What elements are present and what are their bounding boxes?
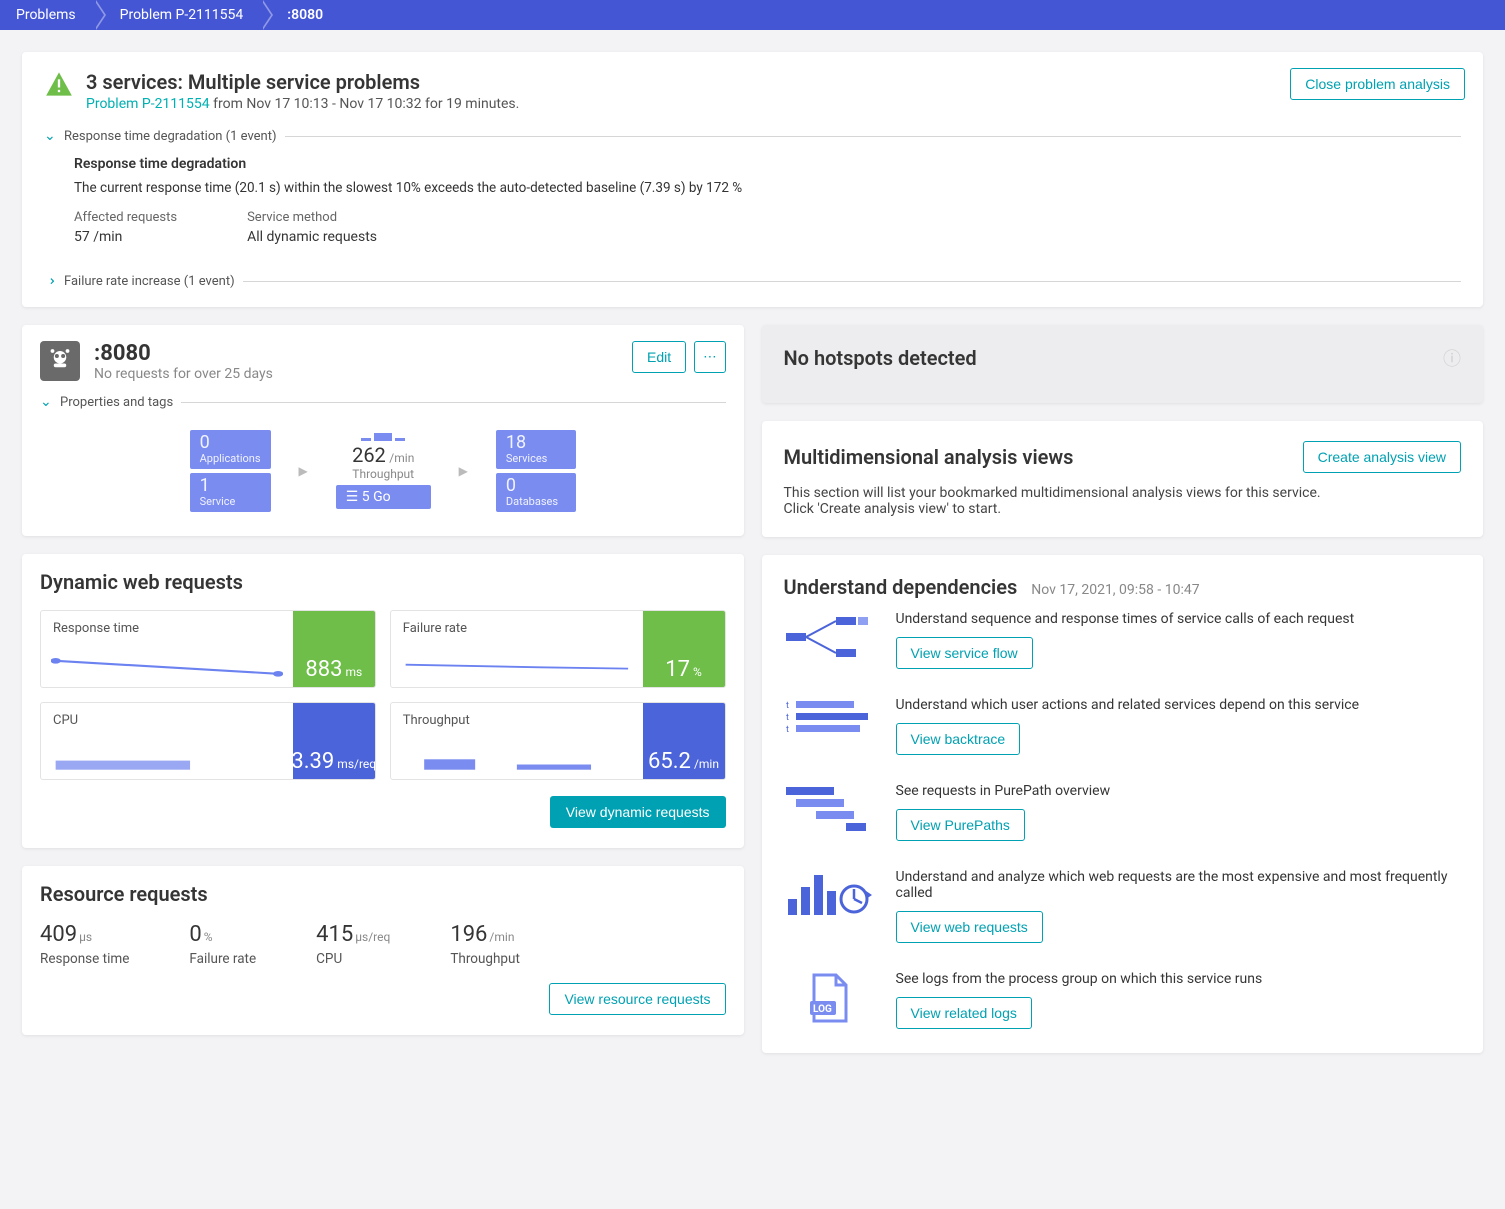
dynamic-requests-title: Dynamic web requests (40, 570, 726, 594)
info-icon[interactable]: ⓘ (1443, 345, 1461, 371)
affected-requests: Affected requests 57 /min (74, 210, 177, 245)
dependencies-timerange: Nov 17, 2021, 09:58 - 10:47 (1031, 582, 1199, 598)
dep-backtrace-text: Understand which user actions and relate… (896, 697, 1360, 713)
view-related-logs-button[interactable]: View related logs (896, 997, 1032, 1029)
chevron-down-icon: ⌄ (44, 128, 56, 144)
service-avatar-icon (40, 341, 80, 381)
dynamic-requests-card: Dynamic web requests Response time 883ms (22, 554, 744, 848)
dep-logs-text: See logs from the process group on which… (896, 971, 1263, 987)
service-flow-summary: 0Applications 1Service ▶ 262 /min Throug… (40, 430, 726, 512)
svg-text:LOG: LOG (813, 1004, 832, 1015)
multidimensional-text: This section will list your bookmarked m… (784, 485, 1324, 517)
res-failure-rate: 0% Failure rate (189, 922, 256, 967)
problem-alert-card: 3 services: Multiple service problems Pr… (22, 52, 1483, 307)
metric-response-time[interactable]: Response time 883ms (40, 610, 376, 688)
chevron-down-icon: ⌄ (40, 394, 52, 410)
event-1-text: The current response time (20.1 s) withi… (74, 180, 1461, 196)
res-cpu: 415µs/req CPU (316, 922, 390, 967)
create-analysis-view-button[interactable]: Create analysis view (1303, 441, 1461, 473)
flow-arrow-icon: ▶ (299, 464, 308, 478)
logs-icon: LOG (784, 971, 874, 1029)
dependencies-title: Understand dependencies (784, 575, 1018, 599)
flow-services[interactable]: 18Services (496, 430, 576, 469)
service-subtitle: No requests for over 25 days (94, 366, 273, 382)
purepaths-icon (784, 783, 874, 841)
event-1-toggle[interactable]: ⌄ Response time degradation (1 event) (44, 128, 1461, 144)
view-dynamic-requests-button[interactable]: View dynamic requests (550, 796, 726, 828)
res-throughput: 196/min Throughput (450, 922, 520, 967)
edit-button[interactable]: Edit (632, 341, 686, 373)
breadcrumb: Problems Problem P-2111554 :8080 (0, 0, 1505, 30)
flow-go-bar[interactable]: ☰ 5 Go (336, 485, 431, 509)
view-backtrace-button[interactable]: View backtrace (896, 723, 1021, 755)
metric-failure-rate[interactable]: Failure rate 17% (390, 610, 726, 688)
flow-service[interactable]: 1Service (190, 473, 271, 512)
crumb-problem-id[interactable]: Problem P-2111554 (94, 0, 262, 30)
view-web-requests-button[interactable]: View web requests (896, 911, 1043, 943)
problem-link[interactable]: Problem P-2111554 (86, 96, 210, 112)
service-flow-icon (784, 611, 874, 669)
crumb-problems[interactable]: Problems (0, 0, 94, 30)
alert-subtitle: Problem P-2111554 from Nov 17 10:13 - No… (86, 96, 519, 112)
view-service-flow-button[interactable]: View service flow (896, 637, 1033, 669)
dep-purepaths-text: See requests in PurePath overview (896, 783, 1111, 799)
svg-text:t: t (786, 701, 789, 711)
svg-text:t: t (786, 725, 789, 735)
service-title: :8080 (94, 341, 273, 366)
metric-cpu[interactable]: CPU 3.39ms/req (40, 702, 376, 780)
service-method: Service method All dynamic requests (247, 210, 377, 245)
flow-applications[interactable]: 0Applications (190, 430, 271, 469)
view-resource-requests-button[interactable]: View resource requests (549, 983, 725, 1015)
close-problem-analysis-button[interactable]: Close problem analysis (1290, 68, 1465, 100)
alert-title: 3 services: Multiple service problems (86, 70, 519, 94)
resource-requests-card: Resource requests 409µs Response time 0%… (22, 866, 744, 1035)
warning-triangle-icon (44, 70, 74, 102)
multidimensional-title: Multidimensional analysis views (784, 445, 1074, 469)
dep-web-requests-text: Understand and analyze which web request… (896, 869, 1462, 901)
event-2-toggle[interactable]: ⌄ Failure rate increase (1 event) (44, 273, 1461, 289)
hotspots-card: No hotspots detected ⓘ (762, 325, 1484, 403)
flow-databases[interactable]: 0Databases (496, 473, 576, 512)
svg-text:t: t (786, 713, 789, 723)
chevron-right-icon: ⌄ (42, 275, 58, 287)
event-1-heading: Response time degradation (74, 156, 1461, 172)
flow-throughput: 262 /min Throughput ☰ 5 Go (336, 433, 431, 509)
hotspots-title: No hotspots detected (784, 346, 977, 370)
service-overview-card: :8080 No requests for over 25 days Edit … (22, 325, 744, 536)
properties-toggle[interactable]: ⌄ Properties and tags (40, 394, 726, 410)
res-response-time: 409µs Response time (40, 922, 129, 967)
backtrace-icon: t t t (784, 697, 874, 755)
flow-arrow-icon: ▶ (459, 464, 468, 478)
dependencies-card: Understand dependencies Nov 17, 2021, 09… (762, 555, 1484, 1053)
resource-requests-title: Resource requests (40, 882, 726, 906)
metric-throughput[interactable]: Throughput 65.2/min (390, 702, 726, 780)
multidimensional-card: Multidimensional analysis views Create a… (762, 421, 1484, 537)
dep-service-flow-text: Understand sequence and response times o… (896, 611, 1355, 627)
event-1-detail: Response time degradation The current re… (44, 144, 1461, 257)
web-requests-icon (784, 869, 874, 943)
more-actions-button[interactable]: ⋯ (694, 341, 725, 373)
view-purepaths-button[interactable]: View PurePaths (896, 809, 1025, 841)
